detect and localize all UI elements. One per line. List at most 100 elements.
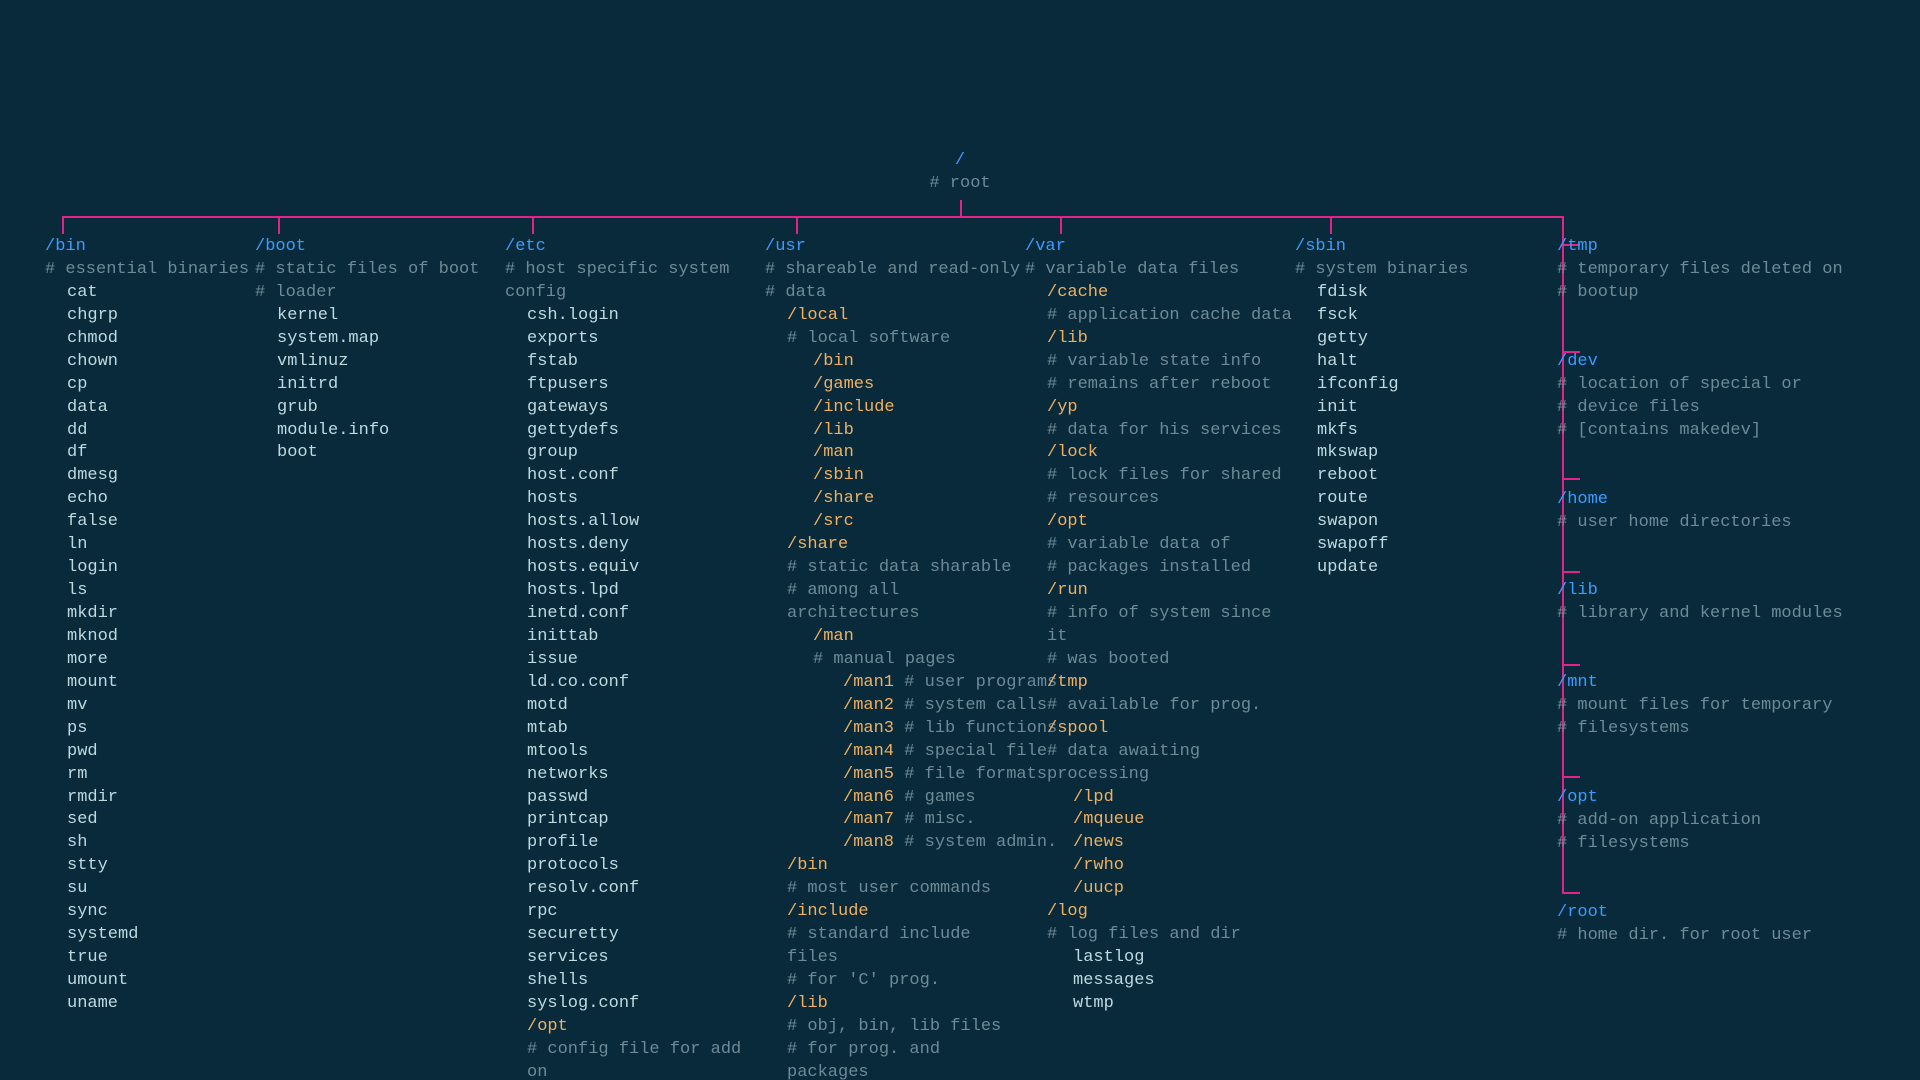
usr-c1: # shareable and read-only xyxy=(765,260,1020,279)
usr-lib: /lib xyxy=(765,993,1025,1016)
list-item: dmesg xyxy=(45,465,255,488)
boot-comment: # static files of boot xyxy=(255,260,479,279)
man-section-comment: # games xyxy=(894,788,976,807)
boot-title: /boot xyxy=(255,237,306,256)
man-section: /man7 xyxy=(843,810,894,829)
list-item: motd xyxy=(505,695,765,718)
var-opt: /opt xyxy=(1025,511,1295,534)
list-item: system.map xyxy=(255,328,505,351)
man-row: /man2 # system calls xyxy=(765,695,1025,718)
man-section: /man5 xyxy=(843,765,894,784)
man-section: /man2 xyxy=(843,696,894,715)
man-row: /man7 # misc. xyxy=(765,809,1025,832)
etc-opt-title: /opt xyxy=(505,1016,765,1039)
side-opt: /opt # add-on application # filesystems xyxy=(1557,787,1857,856)
list-item: ps xyxy=(45,718,255,741)
list-item: getty xyxy=(1295,328,1525,351)
list-item: hosts.allow xyxy=(505,511,765,534)
list-item: inetd.conf xyxy=(505,603,765,626)
usr-share-man-c: # manual pages xyxy=(765,649,1025,672)
usr-lib-c2: # for prog. and packages xyxy=(765,1039,1025,1080)
list-item: ftpusers xyxy=(505,374,765,397)
side-home-title: /home xyxy=(1557,490,1608,509)
list-item: lastlog xyxy=(1025,947,1295,970)
man-row: /man4 # special file xyxy=(765,741,1025,764)
root-comment: # root xyxy=(929,174,990,193)
var-yp-c: # data for his services xyxy=(1025,420,1295,443)
list-item: dd xyxy=(45,420,255,443)
list-item: chown xyxy=(45,351,255,374)
list-item: exports xyxy=(505,328,765,351)
list-item: /lib xyxy=(765,420,1025,443)
list-item: halt xyxy=(1295,351,1525,374)
list-item: /share xyxy=(765,488,1025,511)
side-opt-c1: # add-on application xyxy=(1557,811,1761,830)
var-lib-c1: # variable state info xyxy=(1025,351,1295,374)
list-item: passwd xyxy=(505,787,765,810)
var-tmp: /tmp xyxy=(1025,672,1295,695)
list-item: /uucp xyxy=(1025,878,1295,901)
list-item: ln xyxy=(45,534,255,557)
list-item: services xyxy=(505,947,765,970)
list-item: mtab xyxy=(505,718,765,741)
list-item: mv xyxy=(45,695,255,718)
col-usr: /usr # shareable and read-only # data /l… xyxy=(765,236,1025,1080)
side-root: /root # home dir. for root user xyxy=(1557,902,1857,948)
list-item: cat xyxy=(45,282,255,305)
list-item: vmlinuz xyxy=(255,351,505,374)
col-var: /var # variable data files /cache # appl… xyxy=(1025,236,1295,1080)
list-item: fdisk xyxy=(1295,282,1525,305)
list-item: /bin xyxy=(765,351,1025,374)
col-boot: /boot # static files of boot # loader ke… xyxy=(255,236,505,1080)
list-item: umount xyxy=(45,970,255,993)
list-item: hosts.equiv xyxy=(505,557,765,580)
side-dev-c1: # location of special or xyxy=(1557,375,1802,394)
list-item: ls xyxy=(45,580,255,603)
list-item: rm xyxy=(45,764,255,787)
list-item: networks xyxy=(505,764,765,787)
etc-title: /etc xyxy=(505,237,546,256)
usr-share-c2: # among all architectures xyxy=(765,580,1025,626)
root-path: / xyxy=(955,151,965,170)
list-item: kernel xyxy=(255,305,505,328)
list-item: /mqueue xyxy=(1025,809,1295,832)
side-opt-title: /opt xyxy=(1557,788,1598,807)
man-section: /man6 xyxy=(843,788,894,807)
side-tmp-c1: # temporary files deleted on xyxy=(1557,260,1843,279)
list-item: securetty xyxy=(505,924,765,947)
var-c: # variable data files xyxy=(1025,260,1239,279)
side-mnt-c1: # mount files for temporary xyxy=(1557,696,1832,715)
list-item: uname xyxy=(45,993,255,1016)
side-root-title: /root xyxy=(1557,903,1608,922)
list-item: reboot xyxy=(1295,465,1525,488)
list-item: mtools xyxy=(505,741,765,764)
col-sbin: /sbin # system binaries fdiskfsckgettyha… xyxy=(1295,236,1525,1080)
list-item: syslog.conf xyxy=(505,993,765,1016)
side-home: /home # user home directories xyxy=(1557,489,1857,535)
list-item: mount xyxy=(45,672,255,695)
list-item: systemd xyxy=(45,924,255,947)
side-root-c1: # home dir. for root user xyxy=(1557,926,1812,945)
var-opt-c2: # packages installed xyxy=(1025,557,1295,580)
root-node: / # root xyxy=(0,150,1920,196)
man-section-comment: # misc. xyxy=(894,810,976,829)
list-item: chgrp xyxy=(45,305,255,328)
var-tmp-c: # available for prog. xyxy=(1025,695,1295,718)
list-item: false xyxy=(45,511,255,534)
list-item: gettydefs xyxy=(505,420,765,443)
var-lock-c1: # lock files for shared xyxy=(1025,465,1295,488)
usr-share-title: /share xyxy=(765,534,1025,557)
list-item: mkdir xyxy=(45,603,255,626)
list-item: rpc xyxy=(505,901,765,924)
usr-include: /include xyxy=(765,901,1025,924)
var-spool: /spool xyxy=(1025,718,1295,741)
list-item: ifconfig xyxy=(1295,374,1525,397)
side-lib-c1: # library and kernel modules xyxy=(1557,604,1843,623)
var-opt-c1: # variable data of xyxy=(1025,534,1295,557)
list-item: shells xyxy=(505,970,765,993)
list-item: swapon xyxy=(1295,511,1525,534)
list-item: resolv.conf xyxy=(505,878,765,901)
man-row: /man6 # games xyxy=(765,787,1025,810)
list-item: /games xyxy=(765,374,1025,397)
list-item: data xyxy=(45,397,255,420)
